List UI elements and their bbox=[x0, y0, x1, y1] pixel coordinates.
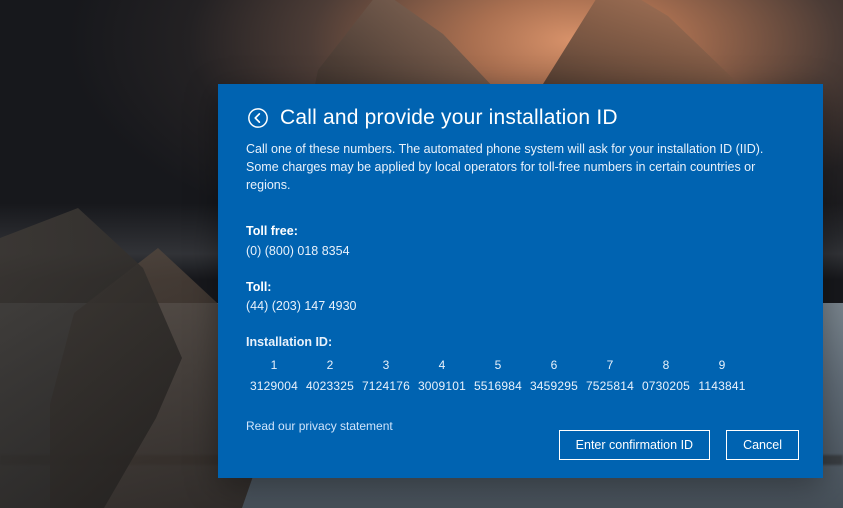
toll-section: Toll: (44) (203) 147 4930 bbox=[246, 278, 795, 315]
dialog-title: Call and provide your installation ID bbox=[280, 106, 618, 130]
back-button[interactable] bbox=[246, 106, 270, 130]
privacy-statement-link[interactable]: Read our privacy statement bbox=[246, 418, 393, 435]
desktop-background: Call and provide your installation ID Ca… bbox=[0, 0, 843, 508]
toll-number: (44) (203) 147 4930 bbox=[246, 297, 795, 315]
toll-free-section: Toll free: (0) (800) 018 8354 bbox=[246, 222, 795, 259]
iid-col-7: 77525814 bbox=[582, 357, 638, 396]
iid-col-9: 91143841 bbox=[694, 357, 750, 396]
toll-free-number: (0) (800) 018 8354 bbox=[246, 242, 795, 260]
iid-col-8: 80730205 bbox=[638, 357, 694, 396]
installation-id-table: 13129004 24023325 37124176 43009101 5551… bbox=[246, 357, 795, 396]
iid-col-1: 13129004 bbox=[246, 357, 302, 396]
toll-label: Toll: bbox=[246, 278, 795, 296]
iid-col-6: 63459295 bbox=[526, 357, 582, 396]
cancel-button[interactable]: Cancel bbox=[726, 430, 799, 460]
iid-col-5: 55516984 bbox=[470, 357, 526, 396]
dialog-header: Call and provide your installation ID bbox=[246, 106, 795, 130]
instructions-text: Call one of these numbers. The automated… bbox=[246, 140, 795, 194]
enter-confirmation-id-button[interactable]: Enter confirmation ID bbox=[559, 430, 710, 460]
toll-free-label: Toll free: bbox=[246, 222, 795, 240]
activation-dialog: Call and provide your installation ID Ca… bbox=[218, 84, 823, 478]
installation-id-label: Installation ID: bbox=[246, 333, 795, 351]
dialog-footer: Enter confirmation ID Cancel bbox=[559, 430, 799, 460]
iid-col-4: 43009101 bbox=[414, 357, 470, 396]
dialog-body: Call one of these numbers. The automated… bbox=[246, 140, 795, 435]
installation-id-section: Installation ID: 13129004 24023325 37124… bbox=[246, 333, 795, 396]
iid-col-3: 37124176 bbox=[358, 357, 414, 396]
iid-col-2: 24023325 bbox=[302, 357, 358, 396]
back-arrow-icon bbox=[247, 107, 269, 129]
